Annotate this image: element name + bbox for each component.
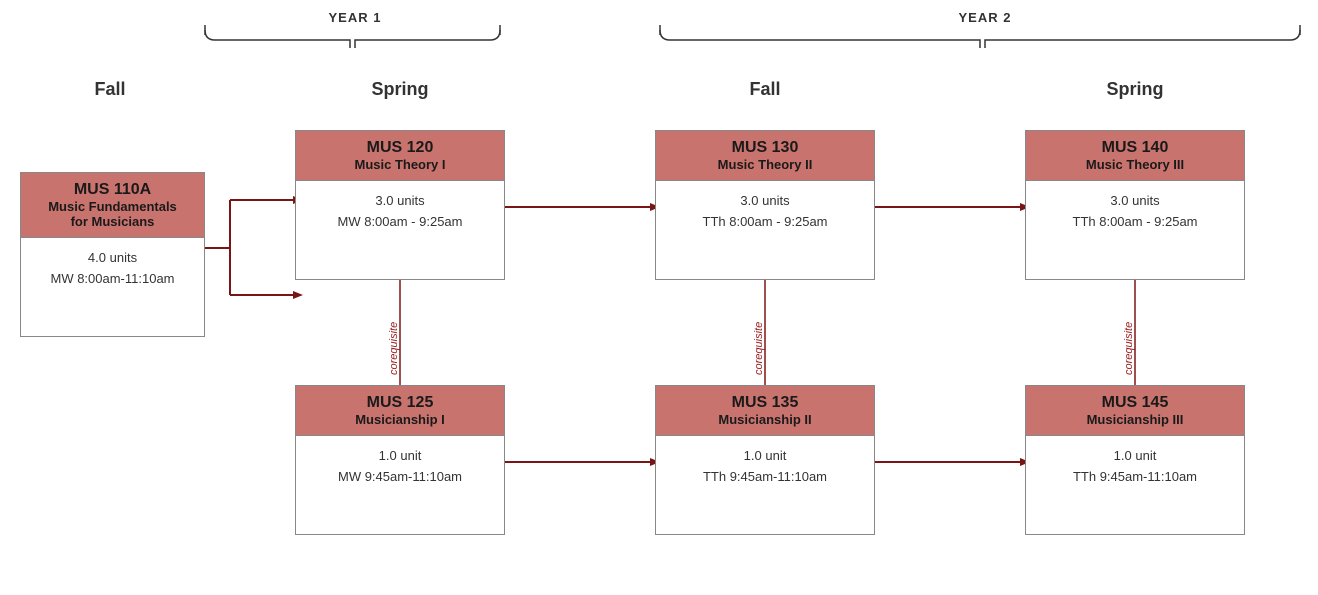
card-mus130: MUS 130 Music Theory II 3.0 units TTh 8:… — [655, 130, 875, 280]
mus110a-num: MUS 110A — [27, 181, 198, 199]
mus120-name: Music Theory I — [302, 157, 498, 172]
card-mus120: MUS 120 Music Theory I 3.0 units MW 8:00… — [295, 130, 505, 280]
mus130-body: 3.0 units TTh 8:00am - 9:25am — [656, 181, 874, 243]
mus110a-name: Music Fundamentals for Musicians — [27, 199, 198, 229]
card-mus140: MUS 140 Music Theory III 3.0 units TTh 8… — [1025, 130, 1245, 280]
mus120-schedule: MW 8:00am - 9:25am — [304, 212, 496, 233]
mus130-schedule: TTh 8:00am - 9:25am — [664, 212, 866, 233]
coreq-label-2: corequisite — [753, 295, 765, 375]
coreq-label-3: corequisite — [1123, 295, 1135, 375]
mus135-units: 1.0 unit — [664, 446, 866, 467]
card-mus135-header: MUS 135 Musicianship II — [656, 386, 874, 436]
mus145-num: MUS 145 — [1032, 394, 1238, 412]
mus125-name: Musicianship I — [302, 412, 498, 427]
col-spring2-label: Spring — [1107, 79, 1164, 99]
mus140-name: Music Theory III — [1032, 157, 1238, 172]
mus130-name: Music Theory II — [662, 157, 868, 172]
mus120-num: MUS 120 — [302, 139, 498, 157]
mus120-body: 3.0 units MW 8:00am - 9:25am — [296, 181, 504, 243]
mus140-body: 3.0 units TTh 8:00am - 9:25am — [1026, 181, 1244, 243]
mus140-units: 3.0 units — [1034, 191, 1236, 212]
year2-label: YEAR 2 — [959, 10, 1012, 25]
coreq-label-1: corequisite — [388, 295, 400, 375]
card-mus145: MUS 145 Musicianship III 1.0 unit TTh 9:… — [1025, 385, 1245, 535]
mus135-name: Musicianship II — [662, 412, 868, 427]
arrow2-head — [293, 291, 303, 299]
mus145-units: 1.0 unit — [1034, 446, 1236, 467]
mus130-units: 3.0 units — [664, 191, 866, 212]
mus145-body: 1.0 unit TTh 9:45am-11:10am — [1026, 436, 1244, 498]
col-spring1-label: Spring — [372, 79, 429, 99]
mus140-schedule: TTh 8:00am - 9:25am — [1034, 212, 1236, 233]
mus110a-units: 4.0 units — [29, 248, 196, 269]
mus135-num: MUS 135 — [662, 394, 868, 412]
mus125-units: 1.0 unit — [304, 446, 496, 467]
card-mus140-header: MUS 140 Music Theory III — [1026, 131, 1244, 181]
card-mus125: MUS 125 Musicianship I 1.0 unit MW 9:45a… — [295, 385, 505, 535]
card-mus125-header: MUS 125 Musicianship I — [296, 386, 504, 436]
mus110a-schedule: MW 8:00am-11:10am — [29, 269, 196, 290]
mus120-units: 3.0 units — [304, 191, 496, 212]
year1-label: YEAR 1 — [329, 10, 382, 25]
mus125-schedule: MW 9:45am-11:10am — [304, 467, 496, 488]
mus125-body: 1.0 unit MW 9:45am-11:10am — [296, 436, 504, 498]
card-mus130-header: MUS 130 Music Theory II — [656, 131, 874, 181]
mus110a-body: 4.0 units MW 8:00am-11:10am — [21, 238, 204, 300]
mus140-num: MUS 140 — [1032, 139, 1238, 157]
mus145-name: Musicianship III — [1032, 412, 1238, 427]
card-mus120-header: MUS 120 Music Theory I — [296, 131, 504, 181]
mus135-schedule: TTh 9:45am-11:10am — [664, 467, 866, 488]
mus145-schedule: TTh 9:45am-11:10am — [1034, 467, 1236, 488]
card-mus145-header: MUS 145 Musicianship III — [1026, 386, 1244, 436]
mus130-num: MUS 130 — [662, 139, 868, 157]
card-mus110a-header: MUS 110A Music Fundamentals for Musician… — [21, 173, 204, 238]
diagram: YEAR 1 YEAR 2 Fall Spring Fall Spring — [0, 0, 1318, 595]
col-fall1-label: Fall — [94, 79, 125, 99]
card-mus110a: MUS 110A Music Fundamentals for Musician… — [20, 172, 205, 337]
card-mus135: MUS 135 Musicianship II 1.0 unit TTh 9:4… — [655, 385, 875, 535]
col-fall2-label: Fall — [749, 79, 780, 99]
mus135-body: 1.0 unit TTh 9:45am-11:10am — [656, 436, 874, 498]
mus125-num: MUS 125 — [302, 394, 498, 412]
